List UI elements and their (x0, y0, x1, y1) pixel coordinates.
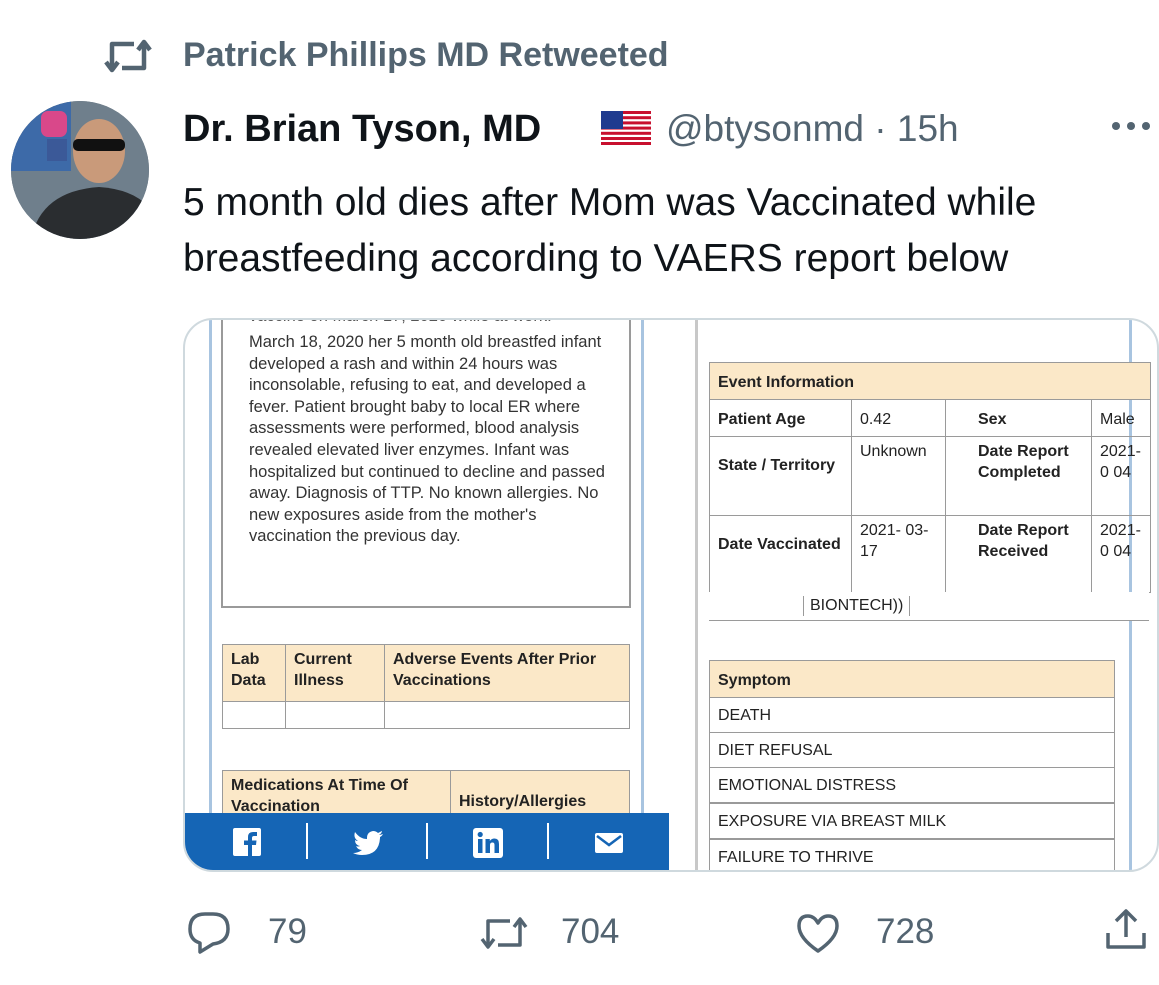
avatar[interactable] (11, 101, 149, 239)
like-icon[interactable] (795, 911, 841, 955)
date-vaccinated-value: 2021- 03-17 (851, 515, 946, 593)
symptom-item: DEATH (709, 697, 1115, 733)
vaers-document: vaccine on March 17, 2020 while at work.… (185, 320, 1157, 870)
retweet-icon (104, 39, 152, 73)
adverse-events-header: Adverse Events After Prior Vaccinations (384, 644, 630, 702)
linkedin-icon[interactable] (473, 828, 503, 858)
patient-age-label: Patient Age (709, 399, 852, 437)
sex-label: Sex (945, 399, 1092, 437)
event-information-header: Event Information (709, 362, 1151, 400)
state-territory-label: State / Territory (709, 436, 852, 516)
symptom-item: EMOTIONAL DISTRESS (709, 767, 1115, 803)
reply-count: 79 (268, 912, 307, 951)
more-options-icon[interactable] (1110, 116, 1152, 136)
share-bar (185, 813, 669, 870)
us-flag-icon (601, 111, 651, 145)
author-handle[interactable]: @btysonmd (666, 108, 864, 149)
state-territory-value: Unknown (851, 436, 946, 516)
date-report-completed-value: 2021-0 04 (1091, 436, 1151, 516)
date-vaccinated-label: Date Vaccinated (709, 515, 852, 593)
retweet-count: 704 (561, 912, 620, 951)
patient-age-value: 0.42 (851, 399, 946, 437)
tweet-image[interactable]: vaccine on March 17, 2020 while at work.… (183, 318, 1159, 872)
author-handle-time[interactable]: @btysonmd · 15h (666, 108, 959, 150)
retweeted-by[interactable]: Patrick Phillips MD Retweeted (183, 36, 669, 75)
narrative-cutoff: vaccine on March 17, 2020 while at work. (249, 320, 609, 326)
date-report-received-label: Date Report Received (945, 515, 1092, 593)
share-icon[interactable] (1104, 907, 1148, 953)
author-name[interactable]: Dr. Brian Tyson, MD (183, 108, 541, 151)
symptom-item: FAILURE TO THRIVE (709, 839, 1115, 870)
symptom-header: Symptom (709, 660, 1115, 698)
symptom-item: EXPOSURE VIA BREAST MILK (709, 803, 1115, 839)
table-cell (384, 701, 630, 729)
facebook-icon[interactable] (233, 828, 261, 856)
tweet-text: 5 month old dies after Mom was Vaccinate… (183, 181, 1037, 280)
lab-data-header: Lab Data (222, 644, 286, 702)
current-illness-header: Current Illness (285, 644, 385, 702)
symptom-item: DIET REFUSAL (709, 732, 1115, 768)
date-report-received-value: 2021-0 04 (1091, 515, 1151, 593)
retweet-action-icon[interactable] (478, 913, 530, 953)
reply-icon[interactable] (186, 910, 232, 956)
table-cell (285, 701, 385, 729)
biontech-text: BIONTECH)) (803, 596, 911, 616)
like-count: 728 (876, 912, 935, 951)
tweet-time: · 15h (874, 108, 959, 149)
table-cell (222, 701, 286, 729)
date-report-completed-label: Date Report Completed (945, 436, 1092, 516)
sex-value: Male (1091, 399, 1151, 437)
mail-icon[interactable] (595, 833, 623, 853)
twitter-icon[interactable] (353, 831, 383, 855)
narrative-text: March 18, 2020 her 5 month old breastfed… (249, 333, 605, 546)
